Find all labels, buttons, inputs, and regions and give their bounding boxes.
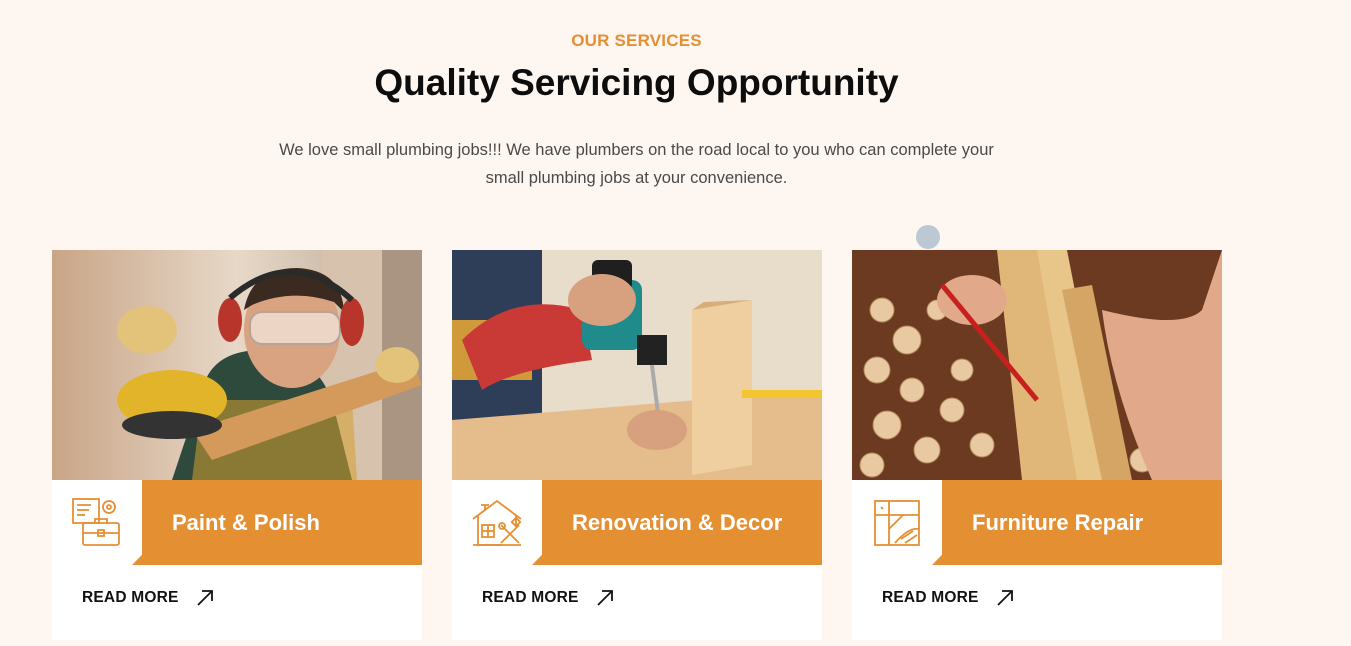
service-card-renovation-decor[interactable]: Renovation & Decor READ MORE [452, 250, 822, 640]
measuring-wood-photo [852, 250, 1222, 480]
service-title: Paint & Polish [172, 510, 320, 535]
read-more-label: READ MORE [482, 589, 579, 606]
service-title-bar: Paint & Polish [52, 480, 422, 565]
section-eyebrow: OUR SERVICES [571, 31, 702, 50]
section-description: We love small plumbing jobs!!! We have p… [279, 141, 994, 187]
service-title-bar: Furniture Repair [852, 480, 1222, 565]
arrow-up-right-icon [195, 588, 215, 608]
icon-box [452, 480, 542, 565]
service-title: Furniture Repair [972, 510, 1144, 535]
read-more-link[interactable]: READ MORE [482, 588, 615, 608]
read-more-label: READ MORE [882, 589, 979, 606]
icon-box [852, 480, 942, 565]
service-title: Renovation & Decor [572, 510, 783, 535]
services-section: OUR SERVICES Quality Servicing Opportuni… [0, 0, 1351, 646]
service-card-furniture-repair[interactable]: Furniture Repair READ MORE [852, 250, 1222, 640]
arrow-up-right-icon [995, 588, 1015, 608]
arrow-up-right-icon [595, 588, 615, 608]
house-tools-icon [472, 499, 522, 546]
service-title-bar: Renovation & Decor [452, 480, 822, 565]
scroll-indicator-dot [916, 225, 940, 249]
briefcase-tools-icon [72, 498, 120, 546]
section-title: Quality Servicing Opportunity [374, 62, 899, 103]
service-card-paint-polish[interactable]: Paint & Polish READ MORE [52, 250, 422, 640]
drilling-wood-photo [452, 250, 822, 480]
read-more-label: READ MORE [82, 589, 179, 606]
read-more-link[interactable]: READ MORE [882, 588, 1015, 608]
blueprint-grid-icon [874, 500, 920, 546]
icon-box [52, 480, 142, 565]
read-more-link[interactable]: READ MORE [82, 588, 215, 608]
worker-sanding-wood-photo [52, 250, 422, 480]
